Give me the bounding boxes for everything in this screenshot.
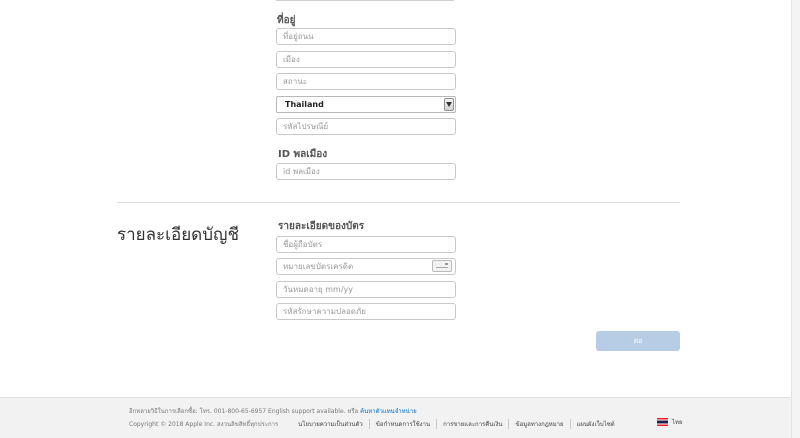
postal-code-input[interactable] [276,118,456,135]
citizen-id-input[interactable] [276,163,456,180]
street-address-input[interactable] [276,28,456,45]
find-reseller-link[interactable]: ค้นหาตัวแทนจำหน่าย [360,408,416,415]
credit-card-icon [432,260,452,272]
continue-button[interactable]: ต่อ [596,331,680,351]
cardholder-name-input[interactable] [276,236,456,253]
citizen-id-heading: ID พลเมือง [278,149,328,160]
expiry-date-input[interactable] [276,281,456,298]
locale-selector[interactable]: ไทย [657,417,683,427]
footer-link-legal[interactable]: ข้อมูลทางกฎหมาย [508,419,569,429]
footer-link-sales-refunds[interactable]: การขายและการคืนเงิน [436,419,508,429]
state-input[interactable] [276,73,456,90]
security-code-input[interactable] [276,303,456,320]
footer-shop-text: อีกหลายวิธีในการเลือกซื้อ: โทร. 001-800-… [129,408,359,415]
card-details-heading: รายละเอียดของบัตร [278,221,365,232]
footer-link-privacy[interactable]: นโยบายความเป็นส่วนตัว [292,419,369,429]
footer-legal-line: Copyright © 2018 Apple Inc. สงวนลิขสิทธิ… [129,419,621,429]
scrollbar[interactable] [791,0,800,438]
locale-label: ไทย [672,419,683,426]
country-select-value: Thailand [285,100,324,109]
address-heading: ที่อยู่ [277,15,296,26]
footer-link-sitemap[interactable]: แผนผังเว็บไซต์ [569,419,621,429]
card-number-input[interactable] [276,258,456,275]
footer: อีกหลายวิธีในการเลือกซื้อ: โทร. 001-800-… [0,397,791,438]
account-details-title: รายละเอียดบัญชี [117,225,240,245]
top-divider [276,0,454,1]
city-input[interactable] [276,51,456,68]
footer-shop-line: อีกหลายวิธีในการเลือกซื้อ: โทร. 001-800-… [129,406,417,416]
chevron-down-icon[interactable] [444,98,454,111]
footer-link-terms[interactable]: ข้อกำหนดการใช้งาน [368,419,436,429]
thailand-flag-icon [657,418,668,426]
footer-links: นโยบายความเป็นส่วนตัว ข้อกำหนดการใช้งาน … [292,419,621,429]
country-select[interactable]: Thailand [276,96,456,113]
card-number-field[interactable] [276,258,456,275]
section-divider [117,202,680,203]
copyright-text: Copyright © 2018 Apple Inc. สงวนลิขสิทธิ… [129,421,279,428]
